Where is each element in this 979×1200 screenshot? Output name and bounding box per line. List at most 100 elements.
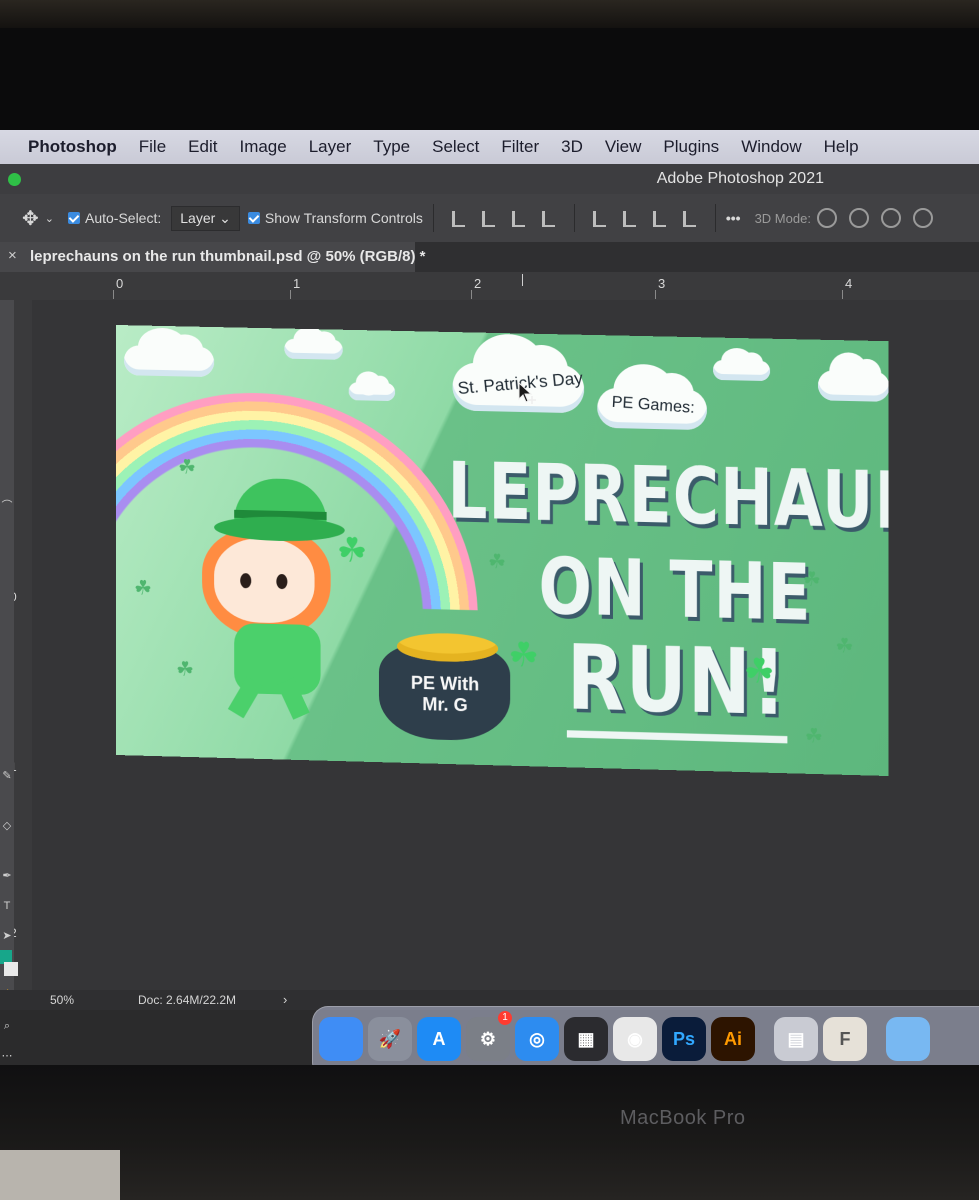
- divider: [573, 204, 575, 232]
- window-title-bar: Adobe Photoshop 2021: [0, 164, 979, 194]
- dock-finder-icon[interactable]: [319, 1017, 363, 1061]
- dock-final-cut-icon[interactable]: ▦: [564, 1017, 608, 1061]
- menu-plugins[interactable]: Plugins: [663, 137, 719, 157]
- ruler-label: 2: [474, 276, 482, 291]
- 3d-orbit-icon[interactable]: [816, 208, 837, 228]
- document-canvas[interactable]: St. Patrick's Day PE Games: LEPRECHAUNS …: [116, 325, 889, 777]
- divider: [432, 204, 434, 232]
- document-tab[interactable]: × leprechauns on the run thumbnail.psd @…: [0, 242, 426, 272]
- distribute-vertical-icon[interactable]: [679, 207, 701, 229]
- 3d-slide-icon[interactable]: [912, 208, 933, 228]
- eye-icon: [240, 573, 252, 589]
- dock-photoshop-icon[interactable]: Ps: [662, 1017, 706, 1061]
- dock-font-book-icon[interactable]: F: [823, 1017, 867, 1061]
- menu-3d[interactable]: 3D: [561, 137, 583, 157]
- cloud-illustration: [123, 345, 215, 378]
- divider: [714, 204, 716, 232]
- close-icon[interactable]: ×: [8, 247, 17, 264]
- title-line-leprechauns: LEPRECHAUNS: [447, 444, 889, 549]
- align-right-icon[interactable]: [508, 207, 530, 229]
- auto-select-checkbox[interactable]: Auto-Select:: [67, 210, 162, 226]
- notification-badge: 1: [498, 1011, 512, 1025]
- show-transform-checkbox[interactable]: Show Transform Controls: [247, 210, 423, 226]
- paper-on-desk: [0, 1150, 120, 1200]
- dock-safari-icon[interactable]: ◎: [515, 1017, 559, 1061]
- menu-photoshop[interactable]: Photoshop: [28, 137, 117, 157]
- laptop-bottom-bezel: MacBook Pro: [0, 1065, 979, 1200]
- desk-background: [0, 0, 979, 28]
- menu-filter[interactable]: Filter: [501, 137, 539, 157]
- pen-tool-icon[interactable]: ✒: [1, 870, 13, 882]
- eraser-tool-icon[interactable]: ◇: [1, 820, 13, 832]
- move-tool-icon[interactable]: ✥: [22, 206, 39, 231]
- align-center-icon[interactable]: [478, 207, 500, 229]
- shamrock-icon: ☘: [487, 550, 507, 574]
- ruler-tick: [290, 290, 291, 299]
- menu-layer[interactable]: Layer: [309, 137, 352, 157]
- zoom-level[interactable]: 50%: [50, 993, 74, 1007]
- move-cursor-icon: [518, 382, 536, 404]
- ruler-tick: [842, 290, 843, 299]
- 3d-pan-icon[interactable]: [880, 208, 901, 228]
- align-left-icon[interactable]: [448, 207, 470, 229]
- align-top-icon[interactable]: [589, 207, 611, 229]
- type-tool-icon[interactable]: T: [1, 900, 13, 912]
- align-bottom-icon[interactable]: [649, 207, 671, 229]
- window-zoom-button[interactable]: [8, 173, 21, 186]
- ruler-cursor-marker: [522, 274, 523, 286]
- options-bar: ✥ ⌄ Auto-Select: Layer ⌄ Show Transform …: [0, 194, 979, 243]
- menu-view[interactable]: View: [605, 137, 642, 157]
- ruler-label: 0: [116, 276, 124, 291]
- dock-launchpad-icon[interactable]: 🚀: [368, 1017, 412, 1061]
- path-selection-tool-icon[interactable]: ➤: [1, 930, 13, 942]
- align-middle-icon[interactable]: [619, 207, 641, 229]
- shamrock-icon: ☘: [176, 658, 195, 682]
- menu-select[interactable]: Select: [432, 137, 479, 157]
- leprechaun-face: [214, 537, 315, 625]
- auto-select-label: Auto-Select:: [84, 210, 162, 226]
- show-transform-label: Show Transform Controls: [264, 210, 423, 226]
- distribute-horizontal-icon[interactable]: [538, 207, 560, 229]
- dock-illustrator-icon[interactable]: Ai: [711, 1017, 755, 1061]
- 3d-mode-label: 3D Mode:: [754, 210, 811, 226]
- dock-preview-icon[interactable]: ▤: [774, 1017, 818, 1061]
- cloud-illustration: [348, 382, 396, 402]
- dock-chrome-icon[interactable]: ◉: [613, 1017, 657, 1061]
- lasso-tool-icon[interactable]: ⌒: [1, 500, 13, 512]
- more-tools-icon[interactable]: ⋯: [1, 1050, 13, 1062]
- menu-edit[interactable]: Edit: [188, 137, 217, 157]
- document-tab-label: leprechauns on the run thumbnail.psd @ 5…: [30, 248, 426, 265]
- dock-app-store-icon[interactable]: A: [417, 1017, 461, 1061]
- auto-select-target-value: Layer: [180, 209, 216, 226]
- checkbox-checked-icon: [247, 212, 260, 224]
- title-line-on-the: ON THE: [538, 540, 812, 639]
- macos-menu-bar: Photoshop File Edit Image Layer Type Sel…: [0, 130, 979, 164]
- menu-help[interactable]: Help: [824, 137, 859, 157]
- macbook-pro-label: MacBook Pro: [620, 1107, 746, 1129]
- background-color-swatch[interactable]: [4, 962, 18, 976]
- tool-preset-chevron-icon[interactable]: ⌄: [45, 212, 54, 225]
- zoom-tool-icon[interactable]: ⌕: [1, 1020, 13, 1032]
- brush-tool-icon[interactable]: ✎: [1, 770, 13, 782]
- menu-image[interactable]: Image: [239, 137, 286, 157]
- macos-dock: 🚀 A ⚙ ◎ ▦ ◉ Ps Ai ▤ F 1: [312, 1006, 979, 1065]
- pot-label: PE With Mr. G: [382, 672, 508, 718]
- cloud-illustration: [284, 338, 343, 360]
- laptop-screen: Photoshop File Edit Image Layer Type Sel…: [0, 130, 979, 1065]
- 3d-roll-icon[interactable]: [848, 208, 869, 228]
- document-size: Doc: 2.64M/22.2M: [138, 993, 237, 1007]
- menu-type[interactable]: Type: [373, 137, 410, 157]
- status-menu-chevron-icon[interactable]: ›: [283, 992, 287, 1007]
- window-title: Adobe Photoshop 2021: [656, 170, 824, 187]
- shamrock-icon: ☘: [802, 568, 821, 592]
- ruler-label: 3: [658, 276, 666, 291]
- shamrock-icon: ☘: [508, 635, 540, 675]
- dock-folder-icon[interactable]: [886, 1017, 930, 1061]
- shamrock-icon: ☘: [178, 456, 197, 479]
- menu-window[interactable]: Window: [741, 137, 801, 157]
- shamrock-icon: ☘: [134, 577, 152, 600]
- menu-file[interactable]: File: [139, 137, 166, 157]
- tools-panel: ⌒ ✎ ◇ ✒ T ➤ ○ ✋ ⌕ ⋯ ↰: [0, 300, 18, 1062]
- auto-select-target-dropdown[interactable]: Layer ⌄: [171, 205, 240, 231]
- more-options-button[interactable]: •••: [726, 210, 741, 226]
